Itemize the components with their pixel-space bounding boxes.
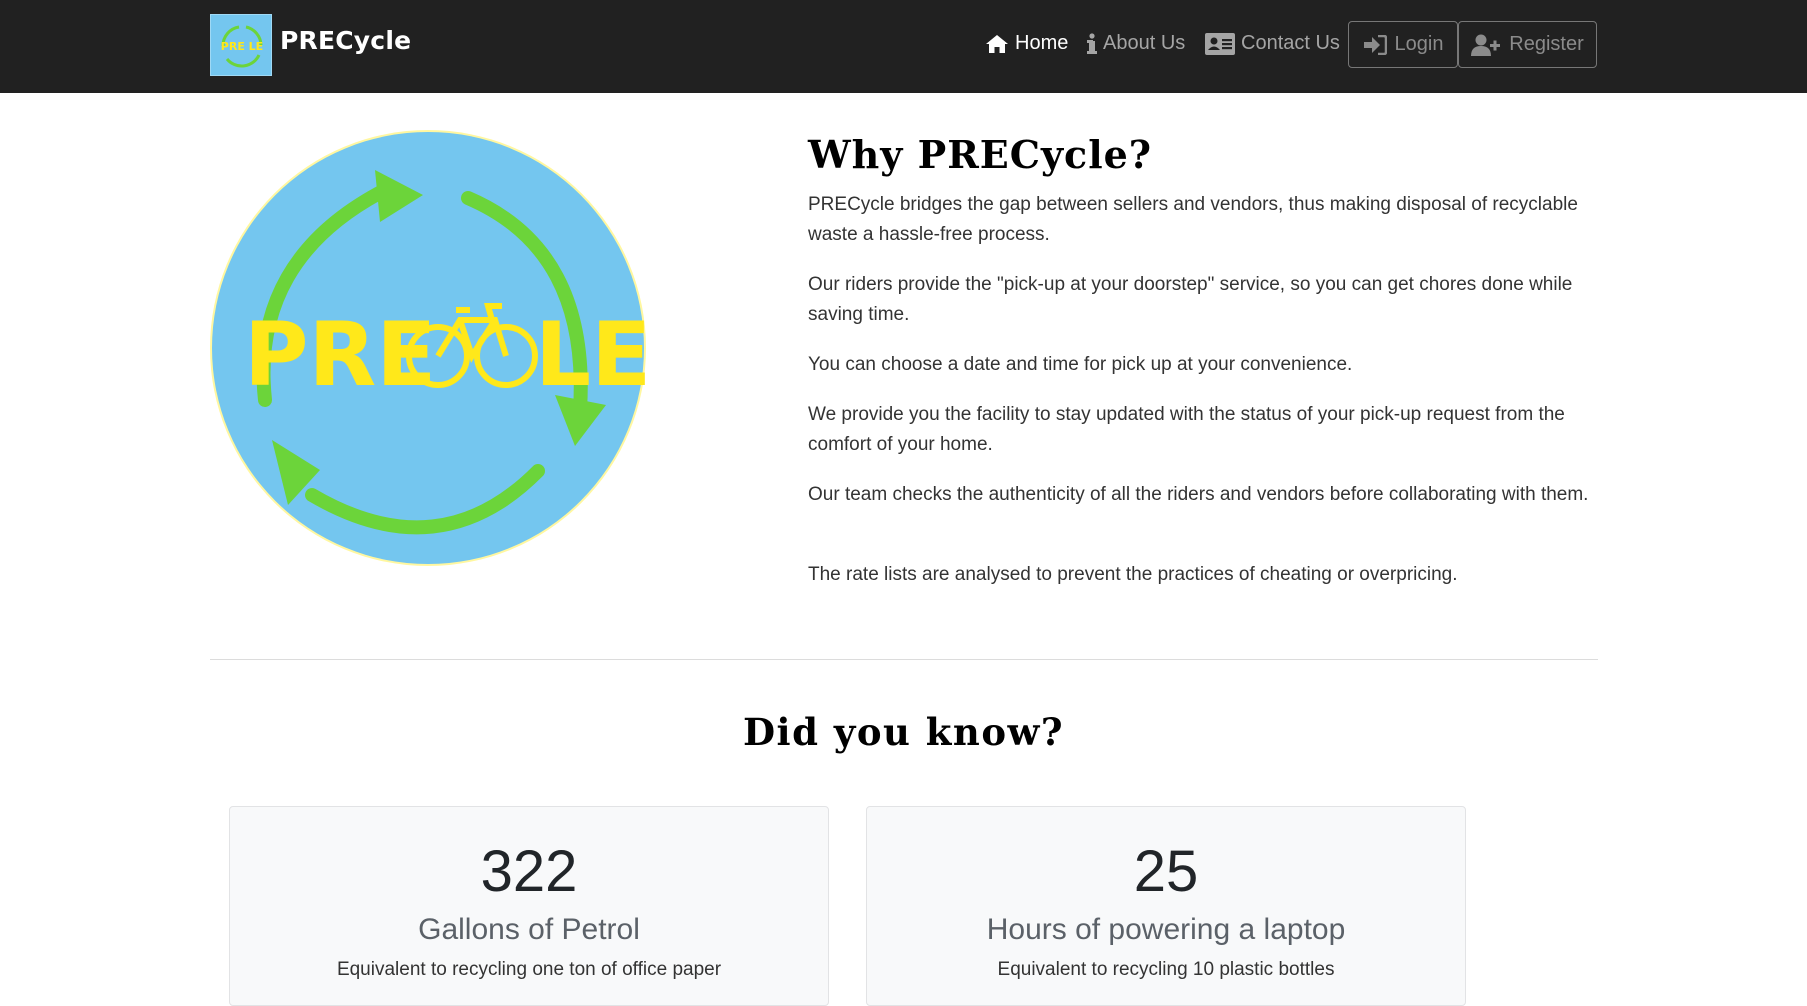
- stat-description: Equivalent to recycling one ton of offic…: [336, 959, 722, 980]
- info-icon: [1087, 32, 1097, 55]
- why-paragraph: Our riders provide the "pick-up at your …: [808, 274, 1573, 325]
- stat-card: 25 Hours of powering a laptop Equivalent…: [866, 806, 1466, 1006]
- why-paragraph: The rate lists are analysed to prevent t…: [808, 564, 1458, 585]
- nav-home-label: Home: [1015, 32, 1069, 54]
- stat-number: 25: [1133, 839, 1199, 904]
- register-button[interactable]: Register: [1458, 21, 1597, 68]
- why-title: Why PRECycle?: [808, 132, 1153, 177]
- why-paragraph: We provide you the facility to stay upda…: [808, 404, 1565, 455]
- recycle-arrows-icon: PRE LE: [212, 16, 271, 75]
- brand-name[interactable]: PRECycle: [280, 26, 411, 55]
- user-plus-icon: [1471, 34, 1501, 56]
- nav-home-link[interactable]: Home: [985, 32, 1068, 55]
- nav-about-label: About Us: [1103, 32, 1186, 54]
- stat-label: Hours of powering a laptop: [986, 913, 1346, 946]
- home-icon: [985, 34, 1009, 54]
- did-you-know-title: Did you know?: [742, 710, 1065, 754]
- nav-contact-label: Contact Us: [1241, 32, 1340, 54]
- why-paragraph: You can choose a date and time for pick …: [808, 354, 1353, 375]
- svg-text:LE: LE: [535, 303, 647, 406]
- stat-description: Equivalent to recycling 10 plastic bottl…: [997, 959, 1335, 980]
- stat-card: 322 Gallons of Petrol Equivalent to recy…: [229, 806, 829, 1006]
- brand-logo-text: PRE LE: [221, 40, 263, 53]
- section-divider: [210, 659, 1598, 660]
- recycle-logo-graphic: PRE LE: [210, 130, 651, 566]
- login-label: Login: [1394, 33, 1444, 55]
- contact-card-icon: [1205, 32, 1235, 55]
- login-button[interactable]: Login: [1348, 21, 1458, 68]
- login-icon: [1363, 34, 1387, 55]
- nav-about-link[interactable]: About Us: [1087, 32, 1185, 55]
- why-paragraph: Our team checks the authenticity of all …: [808, 484, 1589, 505]
- register-label: Register: [1509, 33, 1584, 55]
- stat-number: 322: [480, 839, 578, 904]
- stat-label: Gallons of Petrol: [418, 913, 640, 946]
- brand-logo[interactable]: PRE LE: [210, 14, 272, 76]
- hero-logo: PRE LE: [210, 130, 651, 567]
- why-paragraph: PRECycle bridges the gap between sellers…: [808, 194, 1578, 245]
- navbar: PRE LE PRECycle Home About Us Contact Us…: [0, 0, 1807, 93]
- nav-contact-link[interactable]: Contact Us: [1205, 32, 1340, 55]
